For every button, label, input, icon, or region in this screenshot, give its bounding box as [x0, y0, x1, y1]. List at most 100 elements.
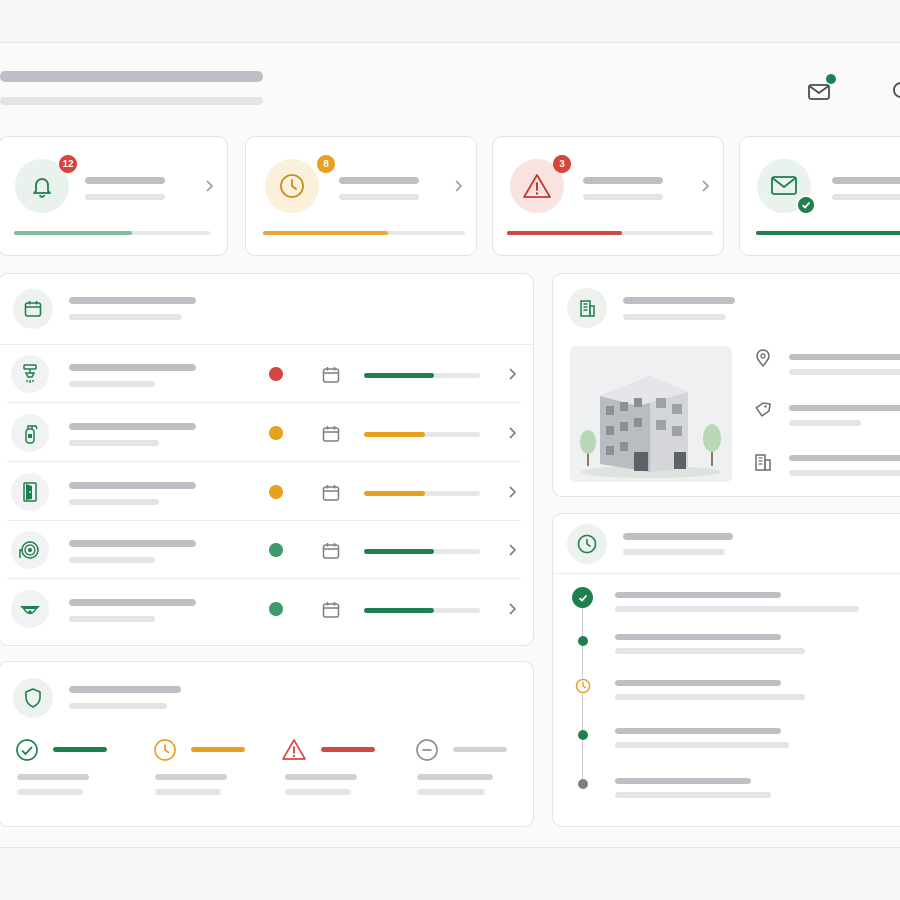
calendar-icon	[322, 426, 340, 442]
chevron-right-icon	[455, 180, 463, 192]
card-title-placeholder	[583, 177, 663, 184]
progress-bar	[507, 231, 713, 235]
minus-circle-icon	[415, 738, 439, 762]
pending-count-badge: 8	[317, 155, 335, 173]
row-title-placeholder	[69, 540, 196, 547]
summary-card-messages[interactable]	[739, 136, 900, 256]
equipment-row[interactable]	[7, 404, 521, 462]
fire-hose-icon	[11, 531, 49, 569]
chevron-right-icon	[509, 427, 517, 439]
detail-title-placeholder	[789, 455, 900, 461]
event-title-placeholder	[615, 728, 781, 734]
progress-bar	[14, 231, 210, 235]
fire-extinguisher-icon	[11, 414, 49, 452]
panel-title-placeholder	[623, 533, 733, 540]
equipment-row[interactable]	[7, 345, 521, 403]
event-sub-placeholder	[615, 648, 805, 654]
page-title-placeholder	[0, 71, 263, 82]
chevron-right-icon	[206, 180, 214, 192]
activity-timeline-panel	[552, 513, 900, 827]
location-pin-icon	[756, 349, 770, 368]
panel-title-placeholder	[69, 297, 196, 304]
card-sub-placeholder	[339, 194, 419, 200]
summary-card-pending[interactable]: 8	[245, 136, 477, 256]
check-icon	[572, 587, 593, 608]
chevron-right-icon	[702, 180, 710, 192]
progress-bar	[263, 231, 465, 235]
stat-sub-placeholder	[155, 789, 221, 795]
clock-icon	[575, 678, 591, 694]
detail-title-placeholder	[789, 405, 900, 411]
building-icon	[567, 288, 607, 328]
sprinkler-icon	[11, 355, 49, 393]
event-title-placeholder	[615, 592, 781, 598]
check-circle-icon	[15, 738, 39, 762]
card-sub-placeholder	[85, 194, 165, 200]
event-title-placeholder	[615, 778, 751, 784]
divider	[553, 573, 900, 574]
detail-title-placeholder	[789, 354, 900, 360]
panel-sub-placeholder	[69, 314, 182, 320]
event-title-placeholder	[615, 680, 781, 686]
warning-count-badge: 3	[553, 155, 571, 173]
row-title-placeholder	[69, 482, 196, 489]
row-sub-placeholder	[69, 381, 155, 387]
summary-card-alarms[interactable]: 12	[0, 136, 228, 256]
building-photo	[570, 346, 732, 482]
card-sub-placeholder	[832, 194, 900, 200]
status-dot	[269, 367, 283, 381]
progress-bar	[364, 491, 480, 496]
equipment-row[interactable]	[7, 463, 521, 521]
status-line	[191, 747, 245, 752]
tag-icon	[755, 402, 771, 417]
status-line	[453, 747, 507, 752]
stat-label-placeholder	[155, 774, 227, 780]
row-divider	[7, 461, 521, 462]
row-sub-placeholder	[69, 499, 159, 505]
stat-label-placeholder	[417, 774, 493, 780]
compliance-panel	[0, 661, 534, 827]
clock-icon	[153, 738, 177, 762]
status-dot	[269, 426, 283, 440]
panel-sub-placeholder	[69, 703, 167, 709]
status-dot	[269, 602, 283, 616]
chevron-right-icon	[509, 544, 517, 556]
event-title-placeholder	[615, 634, 781, 640]
building-panel	[552, 273, 900, 497]
equipment-row[interactable]	[7, 580, 521, 638]
notification-dot	[826, 74, 836, 84]
row-divider	[7, 402, 521, 403]
calendar-icon	[322, 602, 340, 618]
event-sub-placeholder	[615, 742, 789, 748]
dashboard: 12 8 3	[0, 42, 900, 848]
progress-bar	[364, 432, 480, 437]
calendar-icon	[322, 485, 340, 501]
row-title-placeholder	[69, 599, 196, 606]
detail-sub-placeholder	[789, 470, 900, 476]
row-sub-placeholder	[69, 557, 155, 563]
chevron-right-icon	[509, 603, 517, 615]
check-icon	[796, 195, 816, 215]
timeline-dot	[578, 779, 588, 789]
calendar-icon	[322, 367, 340, 383]
equipment-row[interactable]	[7, 521, 521, 579]
calendar-icon	[322, 543, 340, 559]
shield-icon	[13, 678, 53, 718]
row-sub-placeholder	[69, 616, 155, 622]
page-subtitle-placeholder	[0, 97, 263, 105]
clock-icon	[265, 159, 319, 213]
mail-icon[interactable]	[807, 74, 836, 105]
detail-sub-placeholder	[789, 369, 900, 375]
row-title-placeholder	[69, 364, 196, 371]
progress-bar	[364, 608, 480, 613]
row-sub-placeholder	[69, 440, 159, 446]
stat-sub-placeholder	[417, 789, 485, 795]
summary-card-warnings[interactable]: 3	[492, 136, 724, 256]
event-sub-placeholder	[615, 792, 771, 798]
exit-door-icon	[11, 473, 49, 511]
progress-bar	[364, 373, 480, 378]
status-line	[53, 747, 107, 752]
warning-icon	[281, 738, 307, 762]
search-icon[interactable]	[888, 79, 900, 105]
chevron-right-icon	[509, 368, 517, 380]
